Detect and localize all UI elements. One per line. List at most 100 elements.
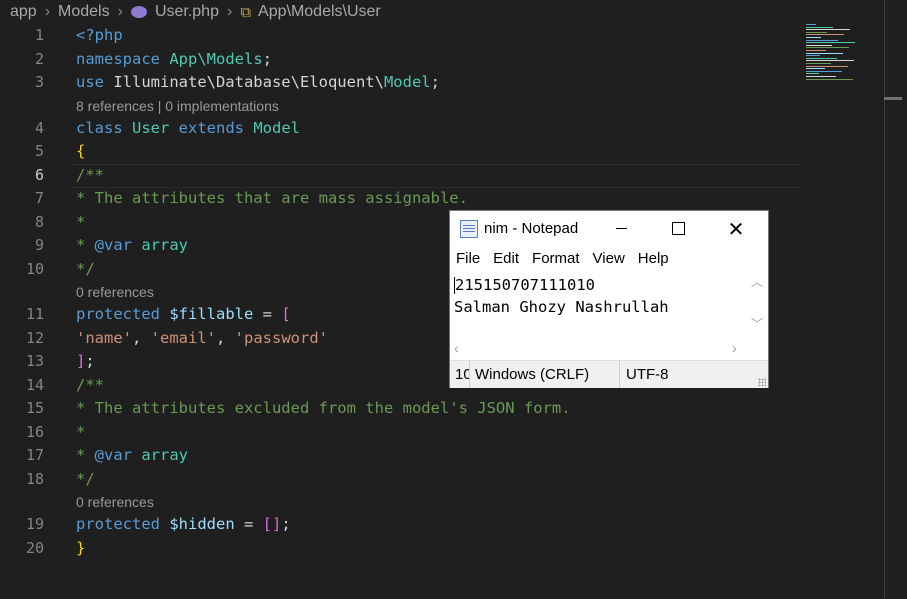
code-line[interactable]: 19 protected $hidden = []; xyxy=(0,513,880,537)
menu-help[interactable]: Help xyxy=(638,250,669,267)
minimap-line xyxy=(806,37,821,38)
notepad-menubar: File Edit Format View Help xyxy=(450,246,768,270)
minimap[interactable] xyxy=(806,24,866,84)
notepad-vertical-scrollbar[interactable]: ︿ ﹀ xyxy=(746,271,768,338)
code-line[interactable]: 16 * xyxy=(0,421,880,445)
code-line[interactable]: 7 * The attributes that are mass assignab… xyxy=(0,187,880,211)
scroll-left-icon[interactable]: ‹ xyxy=(454,340,459,356)
menu-format[interactable]: Format xyxy=(532,250,580,267)
code-token: 'name' xyxy=(76,328,132,347)
close-icon: ✕ xyxy=(727,216,745,241)
code-line[interactable]: 20} xyxy=(0,537,880,561)
breadcrumb-item-file[interactable]: User.php xyxy=(155,3,219,21)
minimap-line xyxy=(806,24,816,25)
code-line[interactable]: 3 use Illuminate\Database\Eloquent\Model; xyxy=(0,71,880,95)
scrollbar-thumb[interactable] xyxy=(884,97,902,100)
minimize-button[interactable] xyxy=(598,211,644,246)
code-text: class User extends Model xyxy=(76,117,300,140)
code-text: */ xyxy=(76,258,95,281)
code-text: * The attributes that are mass assignabl… xyxy=(76,187,468,210)
minimap-line xyxy=(806,70,842,72)
line-number: 9 xyxy=(34,236,44,254)
code-token: class xyxy=(76,118,132,137)
minimap-line xyxy=(806,29,850,31)
breadcrumb-item-models[interactable]: Models xyxy=(58,3,110,21)
notepad-text-area[interactable]: 215150707111010 Salman Ghozy Nashrullah xyxy=(450,271,746,338)
code-line[interactable]: 6 /** xyxy=(0,163,880,188)
code-text: 'name', 'email', 'password' xyxy=(76,327,328,350)
minimap-line xyxy=(806,57,837,59)
code-line[interactable]: 5{ xyxy=(0,140,880,164)
maximize-button[interactable] xyxy=(655,211,701,246)
code-text: namespace App\Models; xyxy=(76,48,272,71)
minimap-line xyxy=(806,44,832,46)
breadcrumb: app › Models › User.php › ⧉ App\Models\U… xyxy=(0,0,890,24)
minimap-line xyxy=(806,47,849,49)
code-line[interactable]: 17 * @var array xyxy=(0,444,880,468)
code-token: $hidden xyxy=(169,515,235,533)
notepad-horizontal-scrollbar[interactable]: ‹ › xyxy=(450,338,746,358)
code-token: Model xyxy=(253,118,300,137)
code-token: * xyxy=(76,422,86,441)
editor-scrollbar[interactable] xyxy=(884,0,885,599)
line-number: 17 xyxy=(25,446,44,464)
text-line-nim: 215150707111010 xyxy=(455,276,595,294)
code-token: ; xyxy=(262,49,272,68)
scroll-right-icon[interactable]: › xyxy=(732,340,737,356)
code-token: , xyxy=(216,328,235,347)
code-token: * xyxy=(76,212,86,231)
minimap-line xyxy=(806,34,844,36)
line-number: 19 xyxy=(25,515,44,533)
resize-grip-icon[interactable] xyxy=(758,378,766,386)
code-token: /** xyxy=(76,375,104,394)
code-text: use Illuminate\Database\Eloquent\Model; xyxy=(76,71,440,94)
code-token: $fillable xyxy=(169,305,254,323)
notepad-window[interactable]: nim - Notepad ✕ File Edit Format View He… xyxy=(450,211,768,388)
code-token: ; xyxy=(430,73,440,91)
code-line[interactable]: 18 */ xyxy=(0,468,880,492)
notepad-titlebar[interactable]: nim - Notepad ✕ xyxy=(450,211,768,246)
minimap-line xyxy=(806,60,854,62)
minimap-line xyxy=(806,63,831,64)
code-token: @var xyxy=(94,236,142,254)
code-token: = xyxy=(253,305,282,323)
code-text: * @var array xyxy=(76,234,188,257)
menu-view[interactable]: View xyxy=(593,250,625,267)
minimize-icon xyxy=(615,228,627,229)
code-token: } xyxy=(76,538,86,557)
line-number: 12 xyxy=(25,328,44,347)
minimap-line xyxy=(806,55,820,57)
code-token: * xyxy=(76,236,95,254)
notepad-statusbar: 10 Windows (CRLF) UTF-8 xyxy=(450,360,768,388)
menu-file[interactable]: File xyxy=(456,250,480,267)
code-line[interactable]: 1 <?php xyxy=(0,24,880,48)
line-number: 5 xyxy=(34,142,44,160)
minimap-line xyxy=(806,68,825,70)
code-token: ] xyxy=(76,352,86,370)
breadcrumb-item-app[interactable]: app xyxy=(10,3,37,21)
line-number: 6 xyxy=(34,165,44,184)
breadcrumb-item-symbol[interactable]: App\Models\User xyxy=(258,3,381,21)
minimap-line xyxy=(806,31,827,33)
scroll-up-icon[interactable]: ︿ xyxy=(751,273,763,290)
line-number: 14 xyxy=(25,375,44,394)
code-line[interactable]: 15 * The attributes excluded from the mod… xyxy=(0,397,880,421)
code-token: ; xyxy=(85,352,95,370)
code-text: <?php xyxy=(76,24,123,47)
php-file-icon xyxy=(130,6,147,18)
codelens-references[interactable]: 0 references xyxy=(0,491,907,513)
code-token: , xyxy=(132,328,151,347)
code-text: * xyxy=(76,421,85,444)
codelens-references[interactable]: 8 references | 0 implementations xyxy=(0,95,907,117)
scroll-down-icon[interactable]: ﹀ xyxy=(751,315,763,332)
minimap-line xyxy=(806,65,848,67)
close-button[interactable]: ✕ xyxy=(713,211,759,246)
line-number: 13 xyxy=(25,352,44,370)
menu-edit[interactable]: Edit xyxy=(493,250,519,267)
line-number: 8 xyxy=(34,212,44,231)
code-line[interactable]: 4 class User extends Model xyxy=(0,117,880,141)
minimap-line xyxy=(806,39,838,41)
code-line[interactable]: 2 namespace App\Models; xyxy=(0,48,880,72)
minimap-line xyxy=(806,76,836,77)
code-token: namespace xyxy=(76,49,170,68)
